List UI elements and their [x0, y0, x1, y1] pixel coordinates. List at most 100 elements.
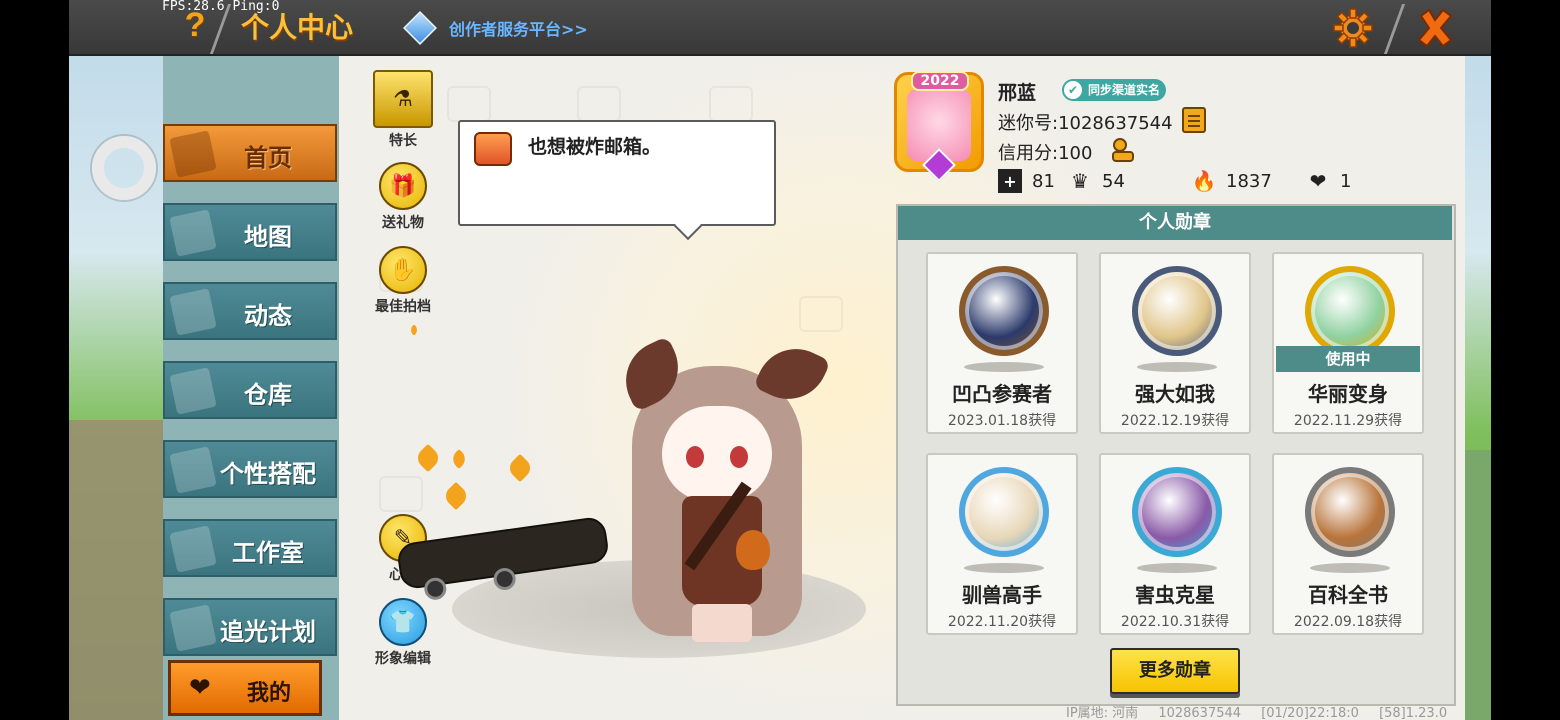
sidebar-item-label: 个性搭配	[220, 460, 316, 488]
sidebar-item-label: 首页	[244, 144, 292, 172]
medal-pedestal	[1137, 362, 1217, 372]
fans-icon: ♛	[1071, 169, 1089, 193]
sidebar-item-feed[interactable]: 动态	[163, 282, 337, 340]
medal-pedestal	[964, 563, 1044, 573]
floating-assist-button[interactable]	[92, 136, 156, 200]
copy-icon[interactable]	[1182, 107, 1206, 133]
send-gift-button[interactable]: 🎁 送礼物	[368, 162, 438, 232]
medal-card[interactable]: 百科全书 2022.09.18获得	[1272, 453, 1424, 635]
mine-button[interactable]: ❤ 我的	[168, 660, 322, 716]
top-bar: ? 个人中心 创作者服务平台>>	[69, 0, 1491, 56]
heart-icon: ❤	[1309, 169, 1327, 193]
ping-readout: Ping:0	[232, 0, 280, 14]
sidebar-item-light-chase[interactable]: 追光计划	[163, 598, 337, 656]
sidebar-item-label: 追光计划	[220, 618, 316, 646]
likes-count: 1	[1340, 170, 1352, 192]
medal-date: 2022.10.31获得	[1120, 614, 1230, 630]
follower-stat[interactable]: ♛ 54	[1068, 168, 1125, 194]
background-pattern	[799, 296, 843, 332]
character-eye	[686, 446, 704, 468]
popularity-stat[interactable]: 🔥 1837	[1192, 168, 1272, 194]
background-pattern	[447, 86, 491, 122]
character-eye	[730, 446, 748, 468]
best-partner-button[interactable]: ✋ 最佳拍档	[368, 246, 438, 316]
mood-text: 也想被炸邮箱。	[528, 136, 662, 158]
medal-name: 凹凸参赛者	[952, 382, 1052, 406]
realname-label: 同步渠道实名	[1088, 83, 1161, 97]
medal-panel-header: 个人勋章	[898, 206, 1452, 240]
fps-readout: FPS:28.6	[162, 0, 225, 14]
best-partner-label: 最佳拍档	[375, 299, 431, 315]
acorn	[736, 530, 770, 570]
player-character[interactable]	[612, 335, 832, 646]
medal-card[interactable]: 使用中 华丽变身 2022.11.29获得	[1272, 252, 1424, 434]
medal-date: 2022.12.19获得	[1120, 413, 1230, 429]
background-pattern	[379, 476, 423, 512]
heart-icon: ❤	[189, 673, 211, 703]
more-medals-button[interactable]: 更多勋章	[1110, 648, 1240, 694]
close-icon[interactable]	[1413, 6, 1457, 50]
medal-name: 害虫克星	[1135, 583, 1215, 607]
gift-icon: 🎁	[379, 162, 427, 210]
medal-card[interactable]: 强大如我 2022.12.19获得	[1099, 252, 1251, 434]
medal-card[interactable]: 驯兽高手 2022.11.20获得	[926, 453, 1078, 635]
bookmark-stat[interactable]: + 81	[998, 168, 1055, 194]
realname-badge[interactable]: ✔ 同步渠道实名	[1062, 79, 1167, 101]
bookmark-icon: +	[998, 169, 1022, 193]
bookmark-count: 81	[1032, 170, 1055, 192]
gear-icon[interactable]	[1331, 6, 1375, 50]
medal-icon	[1132, 266, 1222, 356]
avatar-edit-label: 形象编辑	[375, 651, 431, 667]
background-pattern	[709, 86, 753, 122]
specialty-label: 特长	[389, 133, 417, 149]
medal-date: 2022.11.29获得	[1293, 413, 1403, 429]
ip-location: IP属地: 河南	[1066, 706, 1139, 720]
medal-date: 2023.01.18获得	[947, 413, 1057, 429]
medal-icon	[1305, 467, 1395, 557]
popularity-count: 1837	[1226, 170, 1272, 192]
character-face	[662, 406, 772, 502]
divider	[1383, 4, 1406, 54]
creator-platform-link[interactable]: 创作者服务平台>>	[403, 10, 588, 46]
flame-icon: 🔥	[1191, 169, 1217, 193]
medal-pedestal	[964, 362, 1044, 372]
sidebar-item-label: 动态	[244, 302, 292, 330]
medal-date: 2022.09.18获得	[1293, 614, 1403, 630]
medal-pedestal	[1137, 563, 1217, 573]
medal-pedestal	[1310, 563, 1390, 573]
likes-stat[interactable]: ❤ 1	[1306, 168, 1352, 194]
mood-speech-bubble: 也想被炸邮箱。	[458, 120, 776, 241]
sidebar-item-studio[interactable]: 工作室	[163, 519, 337, 577]
nickname: 邢蓝	[998, 82, 1037, 104]
in-use-tag: 使用中	[1276, 346, 1420, 372]
character-legs	[692, 604, 752, 642]
creator-link-label: 创作者服务平台>>	[449, 20, 588, 39]
medal-icon	[959, 266, 1049, 356]
avatar-edit-button[interactable]: 👕 形象编辑	[368, 598, 438, 668]
sidebar-item-outfit[interactable]: 个性搭配	[163, 440, 337, 498]
sidebar-item-label: 地图	[244, 223, 292, 251]
medal-name: 强大如我	[1135, 382, 1215, 406]
sidebar-item-label: 工作室	[232, 539, 304, 567]
medal-name: 驯兽高手	[962, 583, 1042, 607]
credit-score: 信用分:100	[998, 143, 1093, 164]
medal-panel: 个人勋章 凹凸参赛者 2023.01.18获得 强大如我 2022.12.19获…	[896, 204, 1456, 706]
sidebar-item-map[interactable]: 地图	[163, 203, 337, 261]
medal-name: 百科全书	[1308, 583, 1388, 607]
specialty-button[interactable]: ⚗ 特长	[368, 70, 438, 150]
send-gift-label: 送礼物	[382, 215, 424, 231]
medal-card[interactable]: 凹凸参赛者 2023.01.18获得	[926, 252, 1078, 434]
medal-icon	[1132, 467, 1222, 557]
background-block	[69, 420, 169, 720]
footer-info: IP属地: 河南 1028637544 [01/20]22:18:0 [58]1…	[1066, 702, 1463, 720]
footer-uid: 1028637544	[1158, 706, 1242, 720]
medal-card[interactable]: 害虫克星 2022.10.31获得	[1099, 453, 1251, 635]
mood-face-icon	[474, 132, 512, 166]
sidebar-item-label: 仓库	[244, 381, 292, 409]
sidebar: 首页 地图 动态 仓库 个性搭配 工作室 追光计划	[163, 56, 339, 720]
medal-icon	[959, 467, 1049, 557]
sidebar-item-storage[interactable]: 仓库	[163, 361, 337, 419]
credit-user-icon[interactable]	[1110, 137, 1136, 163]
sidebar-item-home[interactable]: 首页	[163, 124, 337, 182]
profile-avatar[interactable]: 2022	[894, 71, 984, 182]
